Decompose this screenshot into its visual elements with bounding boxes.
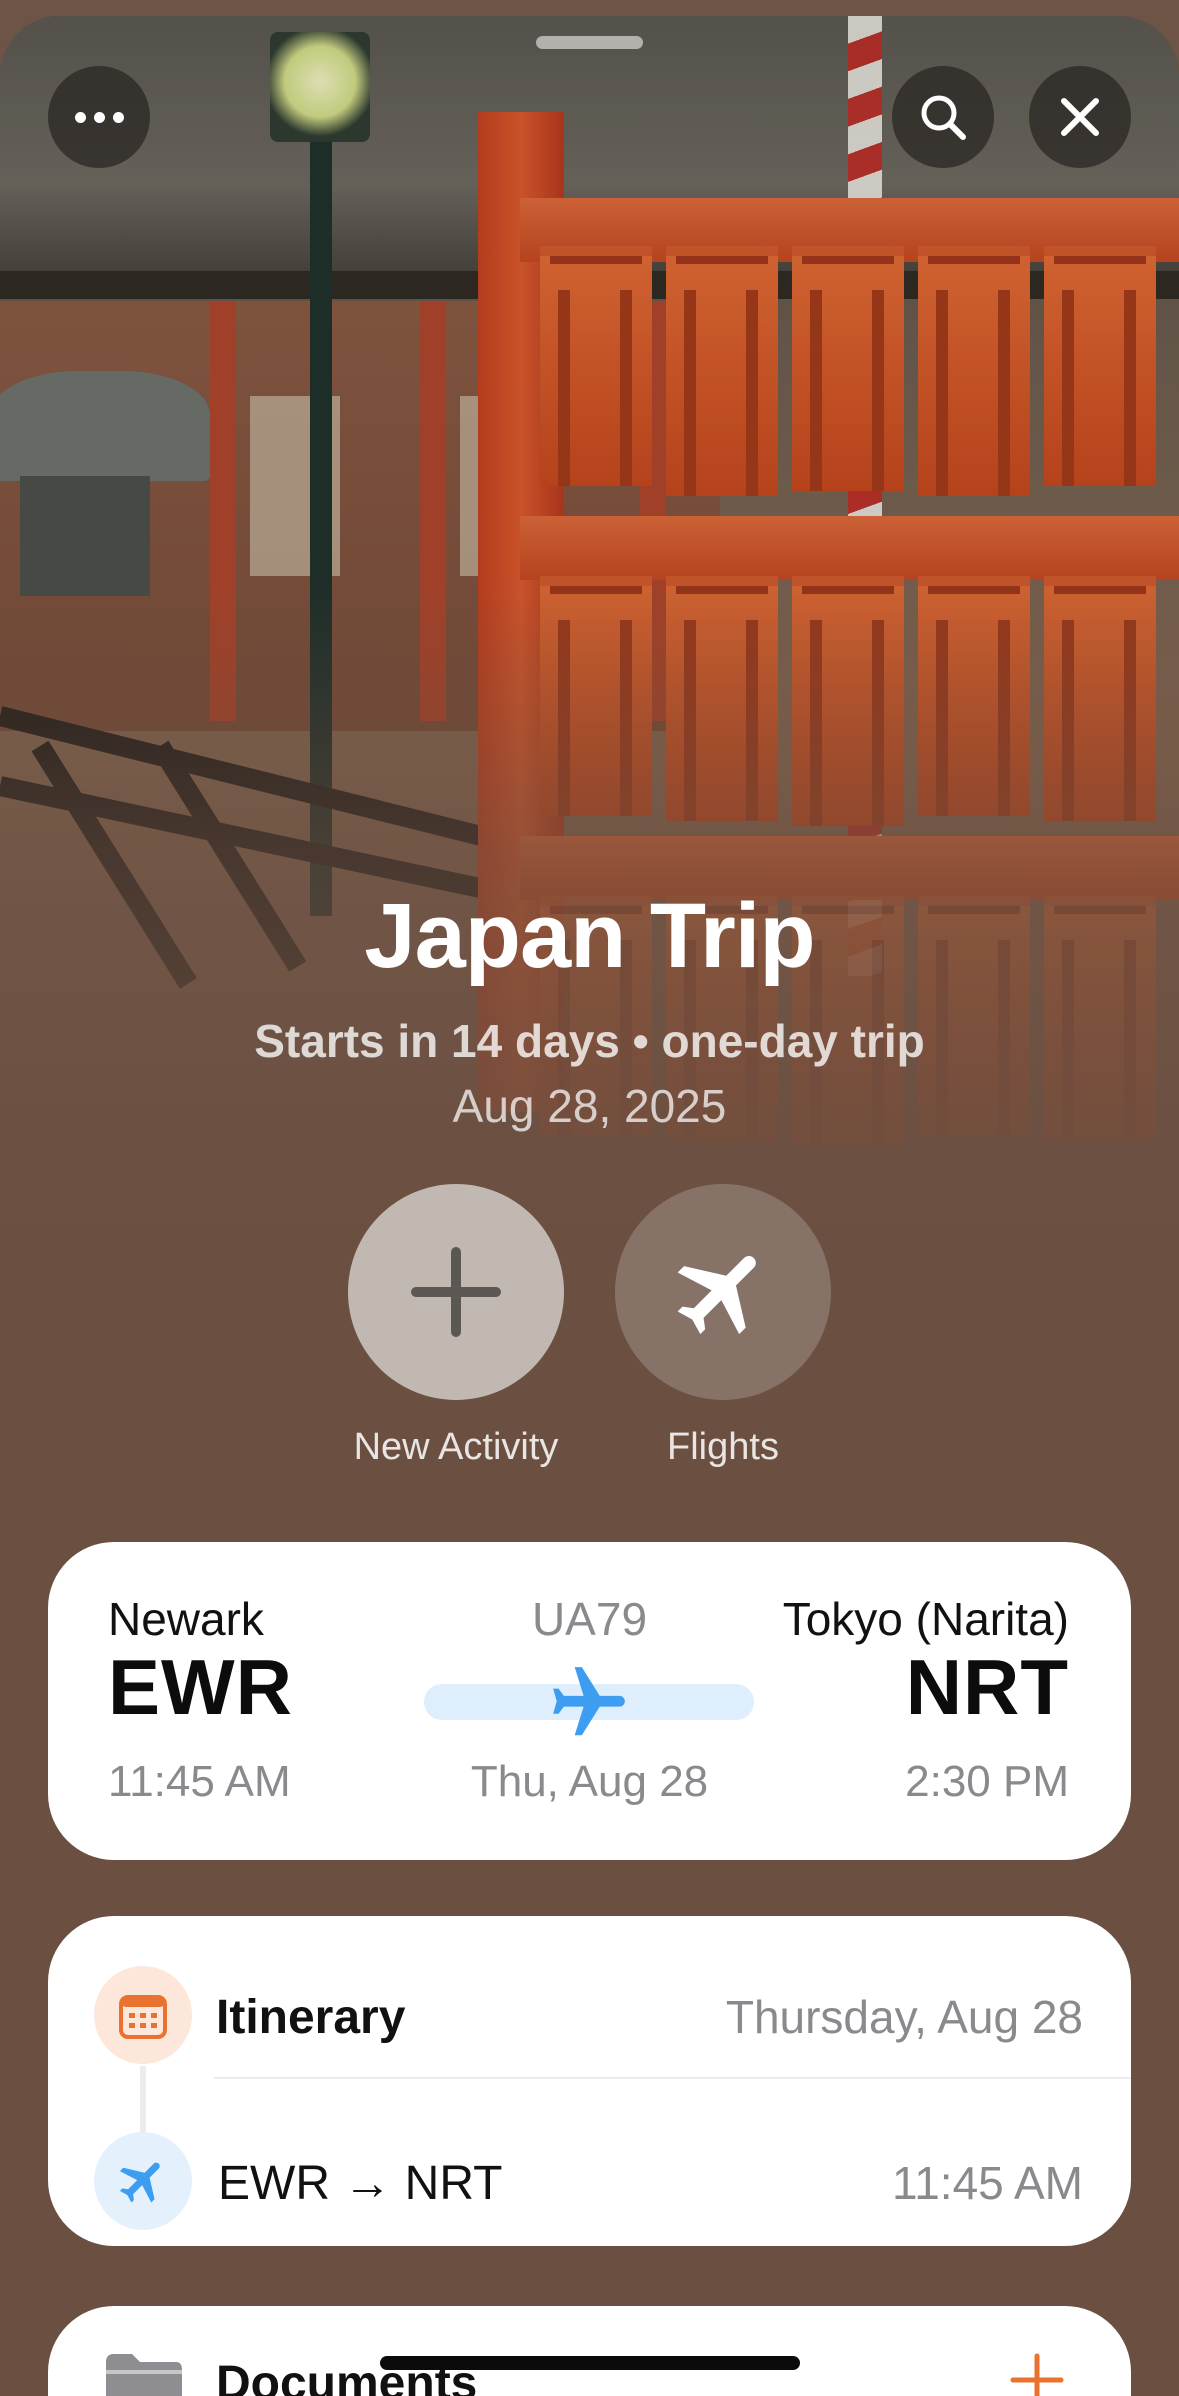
airplane-icon	[677, 1255, 756, 1335]
more-button[interactable]	[48, 66, 150, 168]
flight-card[interactable]: Newark EWR 11:45 AM UA79 Thu, Aug 28 Tok…	[48, 1542, 1131, 1860]
ellipsis-icon	[74, 111, 124, 123]
dest-code: NRT	[905, 1643, 1069, 1731]
itinerary-item-label: EWR → NRT	[218, 2157, 503, 2210]
add-document-button[interactable]	[1007, 2350, 1067, 2396]
trip-countdown: Starts in 14 days • one-day trip	[254, 1015, 925, 1067]
dest-city: Tokyo (Narita)	[782, 1593, 1069, 1645]
new-activity-label: New Activity	[353, 1426, 559, 1468]
trip-date: Aug 28, 2025	[452, 1080, 727, 1132]
flights-label: Flights	[667, 1426, 779, 1468]
arrive-time: 2:30 PM	[905, 1757, 1069, 1806]
calendar-badge	[94, 1966, 192, 2064]
flights-button[interactable]: Flights	[615, 1184, 831, 1469]
plus-icon	[411, 1247, 501, 1337]
trip-title: Japan Trip	[364, 885, 815, 987]
origin-code: EWR	[108, 1643, 293, 1731]
home-indicator[interactable]	[380, 2356, 800, 2370]
magnifier-icon	[921, 95, 966, 140]
itinerary-divider	[214, 2077, 1131, 2079]
sheet-grabber[interactable]	[536, 36, 643, 49]
itinerary-card[interactable]: Itinerary Thursday, Aug 28 EWR → NRT 11:…	[48, 1916, 1131, 2246]
itinerary-day: Thursday, Aug 28	[725, 1991, 1083, 2043]
folder-icon	[106, 2354, 182, 2396]
xmark-icon	[1061, 98, 1099, 136]
itinerary-title: Itinerary	[216, 1991, 406, 2044]
flight-badge	[94, 2132, 192, 2230]
calendar-icon	[119, 1995, 167, 2039]
itinerary-item-time: 11:45 AM	[892, 2157, 1083, 2209]
trip-sheet: Japan Trip Starts in 14 days • one-day t…	[0, 16, 1179, 2396]
airplane-icon	[553, 1667, 625, 1736]
documents-card[interactable]: Documents	[48, 2306, 1131, 2396]
search-button[interactable]	[892, 66, 994, 168]
airplane-icon	[119, 2162, 160, 2203]
close-button[interactable]	[1029, 66, 1131, 168]
new-activity-button[interactable]: New Activity	[348, 1184, 564, 1469]
